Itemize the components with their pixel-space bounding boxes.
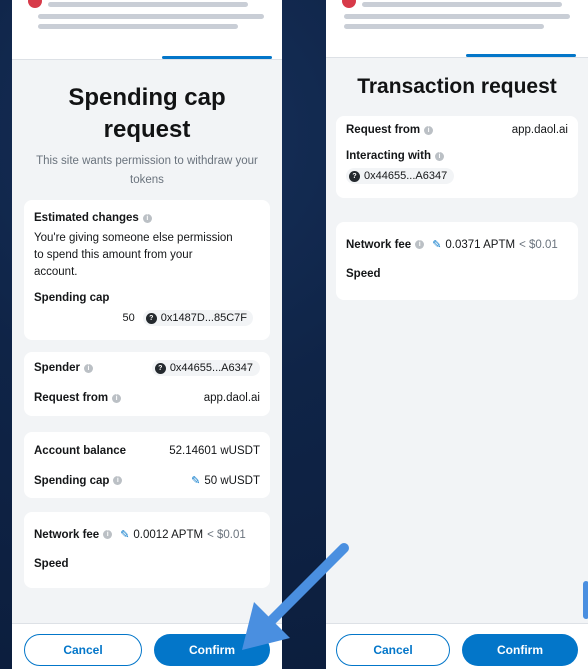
spending-cap-label: Spending cap	[34, 292, 110, 304]
active-tab-indicator	[466, 54, 576, 57]
network-fee-card: Network fee i ✎ 0.0012 APTM < $0.01 Spee…	[24, 512, 270, 588]
info-icon[interactable]: i	[84, 363, 94, 373]
edit-pencil-icon[interactable]: ✎	[432, 238, 441, 251]
spender-address[interactable]: ? 0x44655...A6347	[151, 360, 260, 376]
info-icon[interactable]: i	[424, 125, 434, 135]
spender-card: Spender i ? 0x44655...A6347 Request from…	[24, 352, 270, 416]
info-icon[interactable]: i	[434, 151, 444, 161]
request-from-value: app.daol.ai	[511, 124, 568, 136]
network-fee-value[interactable]: ✎ 0.0012 APTM < $0.01	[120, 528, 246, 542]
estimated-changes-text: You're giving someone else permission to…	[34, 232, 233, 278]
blurred-text	[38, 24, 238, 29]
info-icon[interactable]: i	[113, 476, 123, 485]
estimated-changes-card: Estimated changes i You're giving someon…	[24, 200, 270, 340]
page-title: Spending cap request	[68, 84, 226, 143]
page-title: Transaction request	[357, 75, 557, 98]
account-balance-value: 52.14601 wUSDT	[169, 445, 260, 457]
confirm-button[interactable]: Confirm	[462, 634, 578, 666]
active-tab-indicator	[162, 56, 272, 59]
pointer-arrow-icon	[583, 581, 588, 619]
spending-cap-row-label: Spending cap i	[34, 475, 123, 487]
info-icon[interactable]: i	[112, 393, 122, 403]
interacting-with-label: Interacting with i	[346, 150, 444, 162]
request-from-label: Request from i	[34, 392, 122, 404]
interacting-with-address[interactable]: ? 0x44655...A6347	[346, 168, 455, 184]
cancel-button[interactable]: Cancel	[24, 634, 142, 666]
blurred-text	[362, 2, 562, 7]
token-icon: ?	[154, 362, 166, 374]
request-from-label: Request from i	[346, 124, 434, 136]
spending-cap-value[interactable]: ✎ 50 wUSDT	[191, 474, 260, 488]
blurred-text	[344, 24, 544, 29]
action-footer: Cancel Confirm	[326, 623, 588, 669]
request-card: Request from i app.daol.ai Interacting w…	[336, 116, 578, 198]
speed-label: Speed	[346, 268, 381, 280]
page-subtitle: This site wants permission to withdraw y…	[36, 155, 258, 186]
network-fee-value[interactable]: ✎ 0.0371 APTM < $0.01	[432, 238, 558, 252]
speed-label: Speed	[34, 558, 69, 570]
edit-pencil-icon[interactable]: ✎	[120, 528, 129, 541]
site-favicon	[28, 0, 42, 8]
blurred-text	[48, 2, 248, 7]
spending-cap-amount: 50 ? 0x1487D...85C7F	[119, 308, 260, 328]
pointer-arrow-icon	[242, 543, 349, 650]
blurred-text	[38, 14, 264, 19]
request-from-value: app.daol.ai	[203, 392, 260, 404]
token-address[interactable]: 0x1487D...85C7F	[161, 312, 247, 324]
balance-card: Account balance 52.14601 wUSDT Spending …	[24, 432, 270, 498]
estimated-changes-label: Estimated changes i	[34, 212, 152, 224]
info-icon[interactable]: i	[142, 213, 152, 223]
account-balance-label: Account balance	[34, 445, 127, 457]
site-favicon	[342, 0, 356, 8]
info-icon[interactable]: i	[415, 240, 425, 249]
spender-label: Spender i	[34, 362, 94, 374]
token-icon: ?	[145, 312, 157, 324]
blurred-text	[344, 14, 570, 19]
edit-pencil-icon[interactable]: ✎	[191, 474, 200, 487]
cropped-header	[12, 0, 282, 60]
token-icon: ?	[349, 170, 360, 182]
cropped-header	[326, 0, 588, 58]
network-fee-card: Network fee i ✎ 0.0371 APTM < $0.01 Spee…	[336, 222, 578, 300]
info-icon[interactable]: i	[103, 530, 113, 539]
network-fee-label: Network fee i	[346, 239, 425, 251]
transaction-request-screen: Transaction request Request from i app.d…	[326, 0, 588, 669]
network-fee-label: Network fee i	[34, 529, 113, 541]
